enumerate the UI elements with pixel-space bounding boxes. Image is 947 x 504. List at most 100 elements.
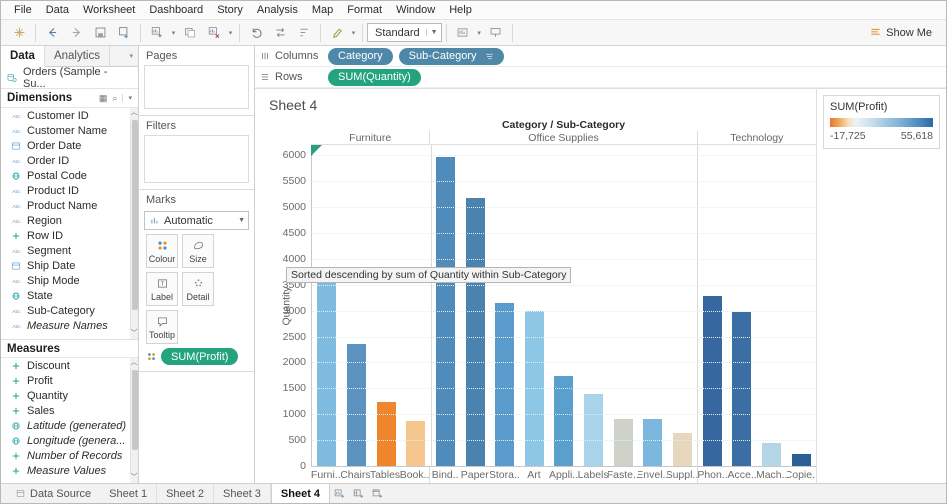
x-tick-supplies[interactable]: Suppl.. <box>667 467 697 483</box>
colour-legend[interactable]: SUM(Profit) -17,725 55,618 <box>823 95 940 149</box>
clear-sheet-icon[interactable] <box>202 22 226 44</box>
sheet-tab-3[interactable]: Sheet 3 <box>214 484 271 503</box>
scroll-down-icon-2[interactable]: ﹀ <box>130 473 138 483</box>
category-header-office-supplies[interactable]: Office Supplies <box>430 131 697 144</box>
data-source-tab[interactable]: Data Source <box>7 484 100 503</box>
sheet-tab-1[interactable]: Sheet 1 <box>100 484 157 503</box>
dimension-order-date[interactable]: Order Date <box>1 138 138 153</box>
highlight-icon[interactable] <box>325 22 349 44</box>
measure-longitude-genera[interactable]: Longitude (genera... <box>1 433 138 448</box>
back-icon[interactable] <box>40 22 64 44</box>
menu-item-analysis[interactable]: Analysis <box>250 3 305 17</box>
measures-list[interactable]: DiscountProfitQuantitySalesLatitude (gen… <box>1 358 138 483</box>
sort-ascending-icon[interactable] <box>292 22 316 44</box>
x-axis[interactable]: Furni..ChairsTablesBook..Bind..PaperStor… <box>311 466 816 483</box>
dimension-postal-code[interactable]: Postal Code <box>1 168 138 183</box>
x-tick-paper[interactable]: Paper <box>460 467 490 483</box>
bar-machines[interactable] <box>762 443 781 466</box>
save-icon[interactable] <box>88 22 112 44</box>
fit-dropdown[interactable]: Standard ▼ <box>367 23 442 42</box>
marks-pill-sum-profit[interactable]: SUM(Profit) <box>161 348 238 365</box>
x-tick-envelopes[interactable]: Envel.. <box>638 467 668 483</box>
dimension-product-id[interactable]: AbcProduct ID <box>1 183 138 198</box>
x-tick-machines[interactable]: Mach.. <box>757 467 787 483</box>
x-tick-fasteners[interactable]: Faste.. <box>608 467 638 483</box>
menu-item-format[interactable]: Format <box>340 3 389 17</box>
sheet-tab-2[interactable]: Sheet 2 <box>157 484 214 503</box>
x-tick-bookcases[interactable]: Book.. <box>400 467 430 483</box>
y-axis[interactable]: Quantity 0500100015002000250030003500400… <box>265 145 311 466</box>
x-tick-storage[interactable]: Stora.. <box>490 467 520 483</box>
dimension-order-id[interactable]: AbcOrder ID <box>1 153 138 168</box>
pages-drop-zone[interactable] <box>144 65 249 109</box>
measure-latitude-generated[interactable]: Latitude (generated) <box>1 418 138 433</box>
new-data-source-icon[interactable] <box>112 22 136 44</box>
colour-button[interactable]: Colour <box>146 234 178 268</box>
chevron-down-icon-marks[interactable]: ▼ <box>238 217 245 224</box>
dimension-product-name[interactable]: AbcProduct Name <box>1 198 138 213</box>
bar-bookcases[interactable] <box>406 421 425 466</box>
dimension-region[interactable]: AbcRegion <box>1 213 138 228</box>
columns-pill-sub-category[interactable]: Sub-Category <box>399 48 504 65</box>
tooltip-button[interactable]: Tooltip <box>146 310 178 344</box>
data-pane-menu-icon[interactable]: ▾ <box>124 46 138 66</box>
x-tick-labels[interactable]: Labels <box>578 467 608 483</box>
data-source-item[interactable]: Orders (Sample - Su... <box>1 67 138 89</box>
tableau-logo-icon[interactable] <box>7 22 31 44</box>
duplicate-sheet-icon[interactable] <box>178 22 202 44</box>
rows-shelf[interactable]: Rows SUM(Quantity) <box>255 67 946 88</box>
chevron-down-icon-fit[interactable]: ▼ <box>426 29 438 36</box>
rows-pill-sum-quantity[interactable]: SUM(Quantity) <box>328 69 421 86</box>
bar-furnishings[interactable] <box>317 282 336 466</box>
scroll-up-icon[interactable]: ︿ <box>130 108 138 118</box>
dimension-segment[interactable]: AbcSegment <box>1 243 138 258</box>
menu-item-map[interactable]: Map <box>305 3 340 17</box>
bar-supplies[interactable] <box>673 433 692 466</box>
dimension-state[interactable]: State <box>1 288 138 303</box>
bar-envelopes[interactable] <box>643 419 662 466</box>
filters-drop-zone[interactable] <box>144 135 249 183</box>
menu-item-file[interactable]: File <box>7 3 39 17</box>
x-tick-phones[interactable]: Phon.. <box>698 467 728 483</box>
size-button[interactable]: Size <box>182 234 214 268</box>
dimensions-scrollbar[interactable]: ︿ ﹀ <box>130 108 138 339</box>
forward-icon[interactable] <box>64 22 88 44</box>
dimension-sub-category[interactable]: AbcSub-Category <box>1 303 138 318</box>
sort-indicator-flag[interactable] <box>311 145 322 156</box>
dimension-customer-id[interactable]: AbcCustomer ID <box>1 108 138 123</box>
bar-storage[interactable] <box>495 303 514 467</box>
measure-number-of-records[interactable]: Number of Records <box>1 448 138 463</box>
measures-scroll-thumb[interactable] <box>132 370 138 450</box>
bar-labels[interactable] <box>584 394 603 466</box>
scroll-up-icon-2[interactable]: ︿ <box>130 358 138 368</box>
tab-data[interactable]: Data <box>1 46 45 67</box>
dimension-customer-name[interactable]: AbcCustomer Name <box>1 123 138 138</box>
measure-sales[interactable]: Sales <box>1 403 138 418</box>
bar-tables[interactable] <box>377 402 396 466</box>
sheet-tab-4[interactable]: Sheet 4 <box>271 484 330 503</box>
x-tick-chairs[interactable]: Chairs <box>341 467 371 483</box>
columns-pill-category[interactable]: Category <box>328 48 393 65</box>
measure-discount[interactable]: Discount <box>1 358 138 373</box>
chevron-down-icon-3[interactable]: ▾ <box>349 29 358 37</box>
bar-fasteners[interactable] <box>614 419 633 466</box>
x-tick-accessories[interactable]: Acce.. <box>727 467 757 483</box>
dimensions-menu-icon[interactable]: ▾ <box>122 94 132 102</box>
group-by-folder-icon[interactable]: ▦ <box>99 93 108 104</box>
marks-type-dropdown[interactable]: Automatic ▼ <box>144 211 249 230</box>
chevron-down-icon[interactable]: ▾ <box>169 29 178 37</box>
x-tick-art[interactable]: Art <box>519 467 549 483</box>
detail-button[interactable]: Detail <box>182 272 214 306</box>
dimensions-scroll-thumb[interactable] <box>132 120 138 310</box>
fix-axes-icon[interactable] <box>451 22 475 44</box>
bar-copiers[interactable] <box>792 454 811 466</box>
menu-item-help[interactable]: Help <box>442 3 479 17</box>
dimension-ship-date[interactable]: Ship Date <box>1 258 138 273</box>
presentation-mode-icon[interactable] <box>484 22 508 44</box>
new-worksheet-button[interactable] <box>330 484 349 503</box>
tab-analytics[interactable]: Analytics <box>45 46 110 66</box>
columns-shelf[interactable]: Columns Category Sub-Category <box>255 46 946 67</box>
dimension-ship-mode[interactable]: AbcShip Mode <box>1 273 138 288</box>
measures-scrollbar[interactable]: ︿ ﹀ <box>130 358 138 483</box>
plot[interactable] <box>311 145 816 466</box>
